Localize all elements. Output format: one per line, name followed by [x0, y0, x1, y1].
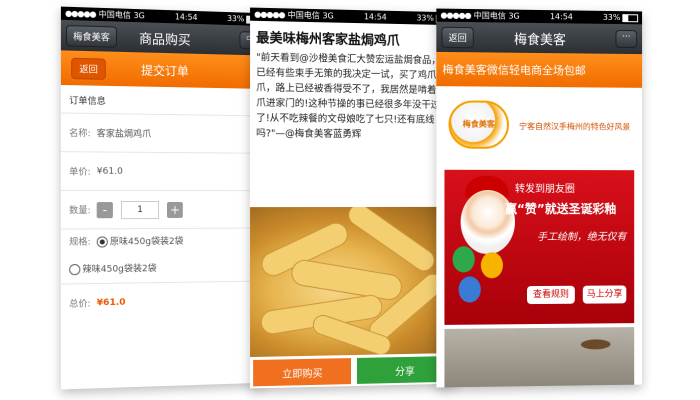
- increase-button[interactable]: +: [167, 201, 183, 218]
- banner-line2: 赢“赞”就送圣诞彩釉: [504, 201, 617, 217]
- street-photo: [444, 327, 635, 388]
- radio-checked-icon: [96, 236, 108, 248]
- signal-icon: ●●●●●: [440, 10, 471, 21]
- radio-unchecked-icon: [69, 263, 81, 276]
- carrier-label: 中国电信: [473, 11, 506, 21]
- brand-slogan: 宁客自然汉手梅州的特色好风景: [518, 121, 631, 132]
- ornament-icon: [458, 276, 481, 303]
- share-now-button[interactable]: 马上分享: [582, 285, 627, 304]
- total-row: 总价: ¥61.0: [60, 280, 266, 323]
- spec-label: 规格:: [69, 237, 91, 249]
- phone-order-screen: ●●●●● 中国电信 3G 14:54 33% 梅食美客 商品购买 ▭ 返回 提…: [60, 6, 266, 390]
- carrier-label: 中国电信: [98, 9, 131, 20]
- banner-line1: 转发到朋友圈: [514, 183, 575, 196]
- banner-line3: 手工绘制，绝无仅有: [537, 231, 627, 244]
- total-value: ¥61.0: [96, 297, 126, 308]
- spec-option-spicy[interactable]: 辣味450g袋装2袋: [69, 260, 157, 279]
- chicken-feet-photo: [250, 206, 456, 358]
- brand-logo: 梅食美客: [448, 100, 509, 149]
- phone-article-screen: ●●●●● 中国电信 3G 14:54 33% 最美味梅州客家盐焗鸡爪 "前天看…: [250, 7, 456, 389]
- phone-promo-screen: ●●●●● 中国电信 3G 14:54 33% 返回 梅食美客 ··· 梅食美客…: [436, 8, 643, 388]
- network-label: 3G: [322, 11, 334, 21]
- spec-row: 规格: 原味450g袋装2袋 辣味450g袋装2袋: [60, 227, 266, 284]
- signal-icon: ●●●●●: [254, 9, 285, 20]
- total-label: 总价:: [69, 299, 91, 310]
- ornament-icon: [452, 246, 475, 273]
- article-body: "前天看到@沙橙美食汇大赞宏运盐焗食品，已经有些束手无策的我决定一试，买了鸡爪鸭…: [256, 52, 446, 141]
- bottom-actions: 立即购买 分享: [250, 354, 455, 388]
- wechat-back-button[interactable]: 返回: [441, 26, 474, 48]
- spec-option-original[interactable]: 原味450g袋装2袋: [96, 233, 183, 252]
- name-label: 名称:: [69, 128, 91, 140]
- ornament-icon: [480, 252, 503, 279]
- battery-icon: [622, 13, 639, 22]
- decrease-button[interactable]: -: [96, 201, 113, 218]
- unit-price-row: 单价: ¥61.0: [60, 151, 266, 191]
- quantity-label: 数量:: [69, 206, 91, 217]
- battery-percent: 33%: [416, 13, 434, 23]
- name-row: 名称: 客家盐焗鸡爪: [60, 112, 266, 153]
- christmas-banner[interactable]: 转发到朋友圈 赢“赞”就送圣诞彩釉 手工绘制，绝无仅有 查看规则 马上分享: [444, 169, 635, 325]
- network-label: 3G: [133, 10, 145, 21]
- order-header: 返回 提交订单: [60, 50, 266, 89]
- quantity-input[interactable]: 1: [121, 200, 160, 219]
- unit-price-value: ¥61.0: [96, 166, 123, 177]
- brand-row: 梅食美客 宁客自然汉手梅州的特色好风景: [436, 86, 643, 168]
- unit-price-label: 单价:: [69, 167, 91, 178]
- wechat-back-button[interactable]: 梅食美客: [66, 24, 117, 48]
- wechat-header: 返回 梅食美客 ···: [436, 21, 643, 55]
- signal-icon: ●●●●●: [65, 8, 96, 19]
- name-value: 客家盐焗鸡爪: [96, 129, 152, 140]
- network-label: 3G: [508, 11, 520, 21]
- article-title: 最美味梅州客家盐焗鸡爪: [256, 30, 400, 49]
- clock: 14:54: [549, 12, 573, 22]
- buy-now-button[interactable]: 立即购买: [253, 358, 352, 387]
- more-icon[interactable]: ···: [615, 29, 638, 49]
- hat-icon: [580, 339, 611, 350]
- clock: 14:54: [174, 12, 198, 23]
- view-rules-button[interactable]: 查看规则: [527, 285, 575, 305]
- back-button[interactable]: 返回: [71, 57, 106, 80]
- battery-percent: 33%: [227, 14, 245, 24]
- battery-percent: 33%: [602, 12, 621, 23]
- promo-bar: 梅食美客微信轻电商全场包邮: [436, 51, 643, 88]
- carrier-label: 中国电信: [287, 10, 320, 21]
- section-title: 订单信息: [69, 96, 106, 108]
- clock: 14:54: [363, 12, 387, 22]
- quantity-row: 数量: - 1 +: [60, 189, 266, 229]
